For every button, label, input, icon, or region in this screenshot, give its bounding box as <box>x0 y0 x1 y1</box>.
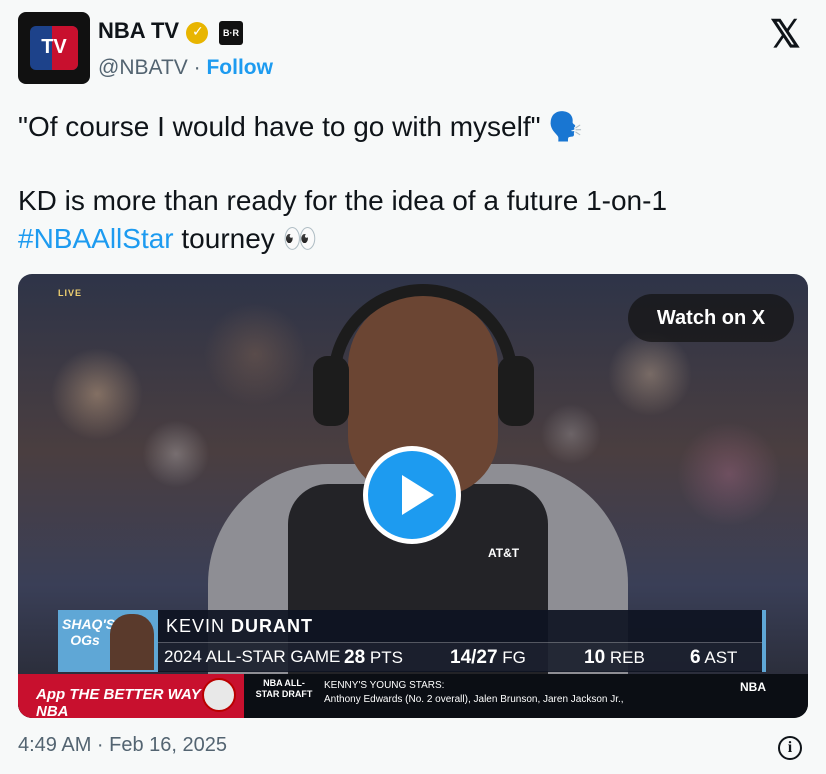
ticker-title: KENNY'S YOUNG STARS: <box>324 680 445 691</box>
eyes-emoji: 👀 <box>282 223 318 254</box>
og-badge: SHAQ'S OGs <box>58 610 158 672</box>
timestamp[interactable]: 4:49 AM · Feb 16, 2025 <box>18 734 227 757</box>
play-icon <box>402 475 434 515</box>
tweet-line-1: "Of course I would have to go with mysel… <box>18 108 808 146</box>
stat-reb: 10 REB <box>584 647 645 668</box>
avatar[interactable]: TV <box>18 12 90 84</box>
tweet-line-3: #NBAAllStar tourney 👀 <box>18 220 808 258</box>
stat-fg: 14/27 FG <box>450 647 526 668</box>
speaking-head-emoji: 🗣️ <box>548 111 584 142</box>
account-handle[interactable]: @NBATV <box>98 56 188 79</box>
verified-badge-icon: ✓ <box>186 22 208 44</box>
stat-ast: 6 AST <box>690 647 738 668</box>
nba-app-banner: App THE BETTER WAY TO NBA <box>18 674 244 718</box>
account-handle-row: @NBATV · Follow <box>98 56 273 80</box>
all-star-logo-icon <box>202 678 236 712</box>
follow-button[interactable]: Follow <box>206 56 273 79</box>
live-label: LIVE <box>58 288 83 298</box>
sponsor-logo: AT&T <box>488 546 520 560</box>
separator: · <box>193 56 201 79</box>
x-logo-icon[interactable]: 𝕏 <box>770 12 801 57</box>
video-player[interactable]: LIVE AT&T Watch on X SHAQ'S OGs KEVIN DU… <box>18 274 808 718</box>
hashtag-link[interactable]: #NBAAllStar <box>18 223 174 254</box>
headshot-icon <box>110 614 154 670</box>
nba-tv-logo-icon: TV <box>30 26 78 70</box>
tweet-text: "Of course I would have to go with mysel… <box>18 108 808 258</box>
info-icon[interactable]: i <box>778 736 802 760</box>
event-label: 2024 ALL-STAR GAME <box>164 647 341 666</box>
affiliate-badge[interactable]: B·R <box>219 21 243 45</box>
account-name[interactable]: NBA TV <box>98 18 179 44</box>
avatar-text: TV <box>41 36 67 58</box>
draft-label: NBA ALL-STAR DRAFT <box>255 678 313 699</box>
headset-icon <box>328 284 518 424</box>
ticker-bar: App THE BETTER WAY TO NBA NBA ALL-STAR D… <box>18 674 808 718</box>
stat-pts: 28 PTS <box>344 647 403 668</box>
ticker-body: Anthony Edwards (No. 2 overall), Jalen B… <box>324 694 624 705</box>
tweet-line-2: KD is more than ready for the idea of a … <box>18 185 668 216</box>
play-button[interactable] <box>363 446 461 544</box>
watch-on-x-button[interactable]: Watch on X <box>628 294 794 342</box>
nba-logo-icon: NBA <box>740 680 766 694</box>
lower-third-graphic: SHAQ'S OGs KEVIN DURANT 2024 ALL-STAR GA… <box>58 610 766 672</box>
stat-row: 2024 ALL-STAR GAME 28 PTS 14/27 FG 10 RE… <box>158 642 766 671</box>
player-name: KEVIN DURANT <box>166 616 314 636</box>
